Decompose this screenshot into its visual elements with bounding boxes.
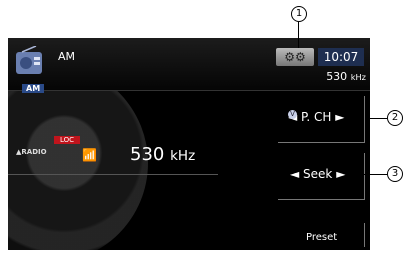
settings-button[interactable]: ⚙⚙ (276, 48, 314, 66)
clock: 10:07 (318, 48, 364, 66)
seek-button[interactable]: ◄ Seek ► (278, 153, 365, 200)
top-bar: AM AM ⚙⚙ 10:07 530 kHz (8, 38, 370, 93)
callout-3-line (360, 174, 387, 175)
preset-channel-button[interactable]: ◄ P. CH ► V (278, 96, 365, 143)
seek-label: ◄ Seek ► (290, 167, 346, 181)
station-info-row: ▲RADIO LOC 📶 530 kHz (8, 134, 218, 175)
loc-badge: LOC (54, 136, 81, 144)
callout-1-line (298, 22, 299, 48)
gear-icon: ⚙⚙ (284, 50, 306, 64)
source-title: AM (58, 50, 76, 63)
callout-2: 2 (387, 110, 403, 126)
main-frequency-value: 530 (130, 144, 165, 165)
callout-1: 1 (291, 6, 307, 22)
preset-list-button[interactable]: Preset (278, 223, 365, 247)
head-unit-screen: AM AM ⚙⚙ 10:07 530 kHz ▲RADIO LOC 📶 530 … (8, 38, 370, 250)
radio-text-icon: ▲RADIO (16, 148, 47, 156)
signal-strength-icon: 📶 (82, 148, 97, 162)
radio-label: RADIO (21, 148, 47, 156)
preset-label: Preset (306, 232, 338, 243)
main-frequency: 530 kHz (130, 144, 195, 165)
header-frequency-unit: kHz (350, 72, 366, 82)
callout-3: 3 (387, 166, 403, 182)
radio-source-icon[interactable]: AM (14, 45, 56, 93)
source-badge: AM (22, 84, 45, 93)
main-frequency-unit: kHz (170, 148, 196, 164)
header-frequency: 530 kHz (308, 70, 366, 83)
callout-2-line (368, 118, 387, 119)
voice-indicator-icon: V (288, 110, 297, 119)
header-frequency-value: 530 (326, 70, 348, 83)
